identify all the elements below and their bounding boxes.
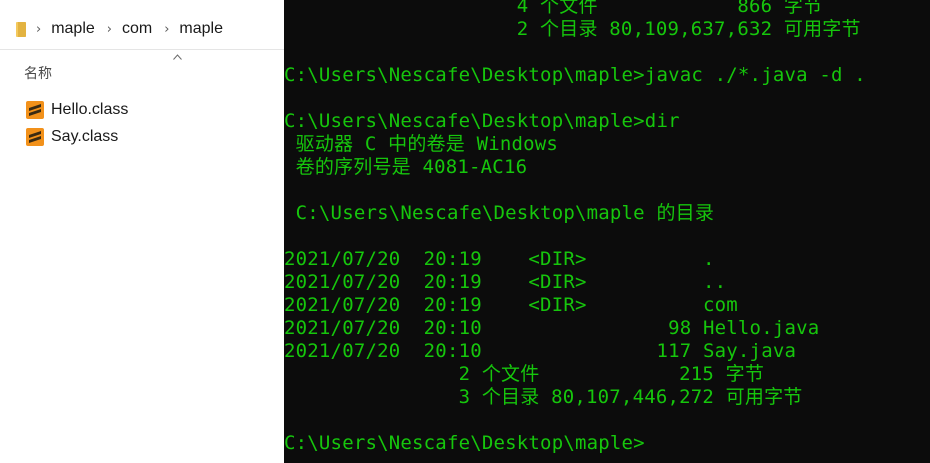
console-line: C:\Users\Nescafe\Desktop\maple 的目录 (284, 202, 715, 224)
file-explorer-panel: › maple › com › maple 名称 Hello.class Say… (0, 0, 284, 463)
address-bar[interactable]: › maple › com › maple (0, 9, 284, 50)
console-line: C:\Users\Nescafe\Desktop\maple>dir (284, 110, 680, 132)
console-line: 2021/07/20 20:19 <DIR> .. (284, 271, 727, 293)
breadcrumb-item-maple[interactable]: maple (51, 20, 95, 38)
breadcrumb-item-com[interactable]: com (122, 20, 152, 38)
console-line: 2021/07/20 20:19 <DIR> com (284, 294, 738, 316)
file-name: Say.class (51, 128, 119, 145)
chevron-right-icon[interactable]: › (36, 22, 41, 37)
console-line: 2 个目录 80,109,637,632 可用字节 (284, 18, 861, 40)
sublime-text-icon (26, 128, 44, 146)
chevron-right-icon[interactable]: › (164, 22, 169, 37)
chevron-right-icon[interactable]: › (107, 22, 112, 37)
column-header-name[interactable]: 名称 (24, 63, 52, 83)
console-prompt-line[interactable]: C:\Users\Nescafe\Desktop\maple> (284, 432, 645, 455)
console-line: 4 个文件 866 字节 (284, 0, 823, 17)
breadcrumb-item-maple-current[interactable]: maple (179, 20, 223, 38)
folder-icon (12, 21, 26, 37)
console-line: 2021/07/20 20:19 <DIR> . (284, 248, 715, 270)
console-line: 卷的序列号是 4081-AC16 (284, 156, 528, 178)
console-line: 2021/07/20 20:10 117 Say.java (284, 340, 797, 362)
console-line: 3 个目录 80,107,446,272 可用字节 (284, 386, 803, 408)
file-name: Hello.class (51, 101, 129, 118)
file-item[interactable]: Hello.class (26, 99, 128, 121)
sort-ascending-icon (173, 54, 182, 60)
console-line: 2021/07/20 20:10 98 Hello.java (284, 317, 820, 339)
console-line: C:\Users\Nescafe\Desktop\maple>javac ./*… (284, 64, 866, 86)
console-line: 2 个文件 215 字节 (284, 363, 765, 385)
sublime-text-icon (26, 101, 44, 119)
file-item[interactable]: Say.class (26, 126, 118, 148)
console-line: 驱动器 C 中的卷是 Windows (284, 133, 559, 155)
command-prompt-console[interactable]: 4 个文件 866 字节 2 个目录 80,109,637,632 可用字节 C… (284, 0, 930, 463)
